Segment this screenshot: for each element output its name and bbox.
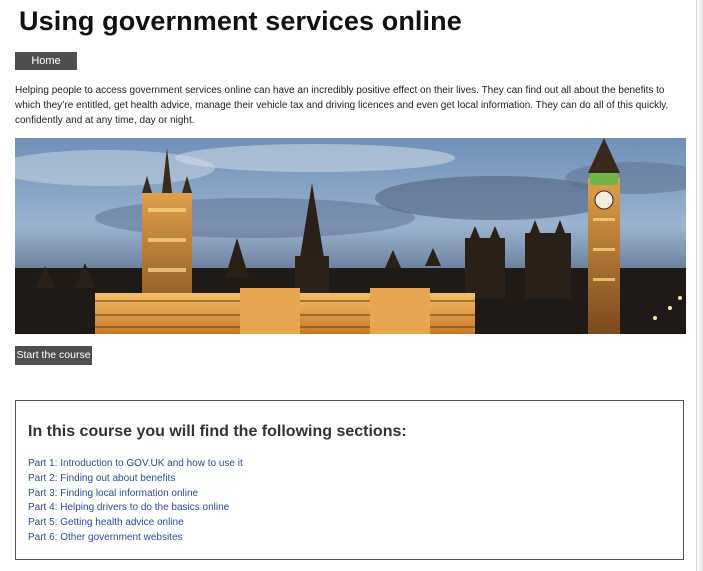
section-link-part-4[interactable]: Part 4: Helping drivers to do the basics… (28, 501, 243, 516)
banner-image (15, 138, 686, 334)
section-link-part-2[interactable]: Part 2: Finding out about benefits (28, 472, 243, 487)
course-sections-panel: In this course you will find the followi… (15, 400, 684, 560)
start-course-button[interactable]: Start the course (15, 346, 92, 365)
page-title: Using government services online (19, 6, 462, 36)
section-link-part-1[interactable]: Part 1: Introduction to GOV.UK and how t… (28, 457, 243, 472)
page-edge-rule (696, 0, 703, 571)
section-link-part-3[interactable]: Part 3: Finding local information online (28, 487, 243, 502)
sections-list: Part 1: Introduction to GOV.UK and how t… (28, 457, 243, 546)
intro-paragraph: Helping people to access government serv… (15, 85, 669, 126)
section-link-part-6[interactable]: Part 6: Other government websites (28, 531, 243, 546)
sections-heading: In this course you will find the followi… (28, 423, 407, 440)
section-link-part-5[interactable]: Part 5: Getting health advice online (28, 516, 243, 531)
home-button[interactable]: Home (15, 52, 77, 70)
